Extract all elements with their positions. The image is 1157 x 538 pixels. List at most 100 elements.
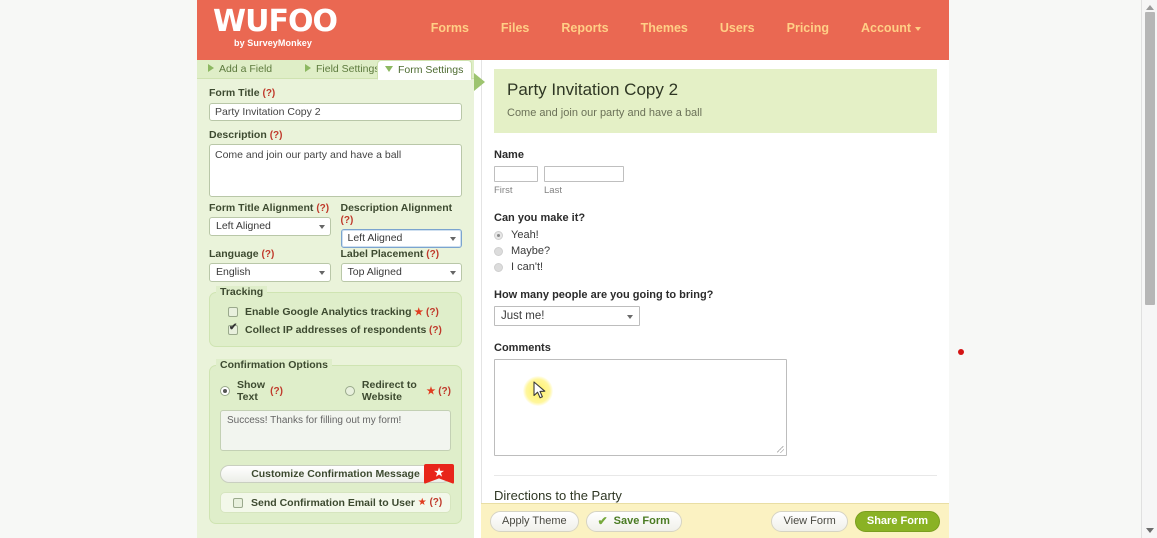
name-last-sublabel: Last: [544, 185, 562, 196]
label-placement-value: Top Aligned: [347, 266, 402, 278]
description-textarea[interactable]: [209, 144, 462, 197]
language-select[interactable]: English: [209, 263, 331, 282]
attendance-label-yeah: Yeah!: [511, 229, 539, 241]
form-header-block: Party Invitation Copy 2 Come and join ou…: [494, 69, 937, 133]
guests-select[interactable]: Just me!: [494, 306, 640, 326]
google-analytics-checkbox[interactable]: [228, 307, 238, 317]
nav-item-users[interactable]: Users: [704, 21, 771, 35]
help-icon[interactable]: (?): [267, 386, 283, 397]
attendance-option-yeah[interactable]: Yeah!: [494, 229, 937, 241]
share-form-button[interactable]: Share Form: [854, 510, 940, 532]
nav-item-files[interactable]: Files: [485, 21, 546, 35]
help-icon[interactable]: (?): [262, 88, 275, 99]
label-placement-select[interactable]: Top Aligned: [340, 263, 462, 282]
scrollbar-thumb[interactable]: [1145, 12, 1155, 305]
comments-textarea[interactable]: [494, 359, 787, 456]
redirect-radio[interactable]: [344, 386, 355, 396]
directions-section-title: Directions to the Party: [494, 488, 622, 503]
name-first-input[interactable]: [494, 166, 538, 182]
premium-star-flag-icon: ★: [424, 464, 454, 484]
send-confirmation-email-label: Send Confirmation Email to User: [251, 496, 415, 509]
help-icon[interactable]: (?): [262, 249, 275, 260]
attendance-radio-maybe[interactable]: [494, 246, 503, 256]
form-preview-inner: Party Invitation Copy 2 Come and join ou…: [482, 60, 949, 520]
google-analytics-label: Enable Google Analytics tracking: [245, 306, 412, 318]
show-text-radio-row[interactable]: Show Text (?): [220, 379, 283, 403]
tracking-group: Tracking Enable Google Analytics trackin…: [209, 286, 462, 347]
field-guests: How many people are you going to bring? …: [494, 289, 937, 326]
scroll-down-arrow-icon[interactable]: [1146, 528, 1154, 533]
help-icon[interactable]: (?): [435, 386, 451, 397]
field-name: Name First Last: [494, 149, 937, 196]
field-guests-label: How many people are you going to bring?: [494, 289, 714, 301]
nav-item-forms[interactable]: Forms: [415, 21, 485, 35]
show-text-radio[interactable]: [220, 386, 230, 396]
collect-ip-checkbox[interactable]: [228, 323, 238, 335]
scroll-up-arrow-icon[interactable]: [1146, 5, 1154, 10]
attendance-option-maybe[interactable]: Maybe?: [494, 245, 937, 257]
nav-item-themes[interactable]: Themes: [625, 21, 704, 35]
google-analytics-row[interactable]: Enable Google Analytics tracking ★ (?): [228, 306, 451, 318]
panel-tabbar: Add a Field Field Settings Form Settings: [197, 60, 474, 80]
language-row: Language (?) English Label Placement (?): [209, 248, 462, 282]
wufoo-logo[interactable]: WUFOO by SurveyMonkey: [213, 7, 338, 53]
annotation-marker-dot: [958, 349, 964, 355]
form-title-input[interactable]: [209, 103, 462, 121]
field-name-label: Name: [494, 149, 524, 161]
tab-form-settings[interactable]: Form Settings: [377, 60, 473, 80]
tab-field-settings[interactable]: Field Settings: [298, 60, 388, 79]
help-icon[interactable]: (?): [426, 325, 442, 336]
save-form-button[interactable]: ✔ Save Form: [585, 510, 682, 532]
send-confirmation-email-checkbox[interactable]: [233, 497, 243, 508]
page-scrollbar[interactable]: [1141, 0, 1157, 538]
save-form-label: Save Form: [613, 515, 670, 527]
help-icon[interactable]: (?): [316, 203, 329, 214]
form-title-alignment-label: Form Title Alignment (?): [209, 202, 331, 214]
resize-grip-icon[interactable]: [777, 446, 784, 453]
check-icon: ✔: [597, 514, 608, 528]
description-alignment-value: Left Aligned: [347, 232, 403, 244]
confirmation-message-textarea[interactable]: [220, 410, 451, 451]
redirect-radio-row[interactable]: Redirect to Website ★ (?): [344, 379, 451, 403]
form-title-label-text: Form Title: [209, 87, 260, 99]
help-icon[interactable]: (?): [270, 130, 283, 141]
help-icon[interactable]: (?): [423, 307, 439, 318]
chevron-down-icon: [318, 225, 325, 229]
attendance-radio-yeah[interactable]: [494, 230, 503, 240]
screenshot-root: WUFOO by SurveyMonkey Forms Files Report…: [0, 0, 1157, 538]
tracking-group-title: Tracking: [216, 286, 268, 298]
logo-subtitle: by SurveyMonkey: [233, 38, 313, 48]
form-title-label: Form Title (?): [209, 87, 462, 99]
tab-add-a-field[interactable]: Add a Field: [201, 60, 280, 79]
attendance-option-cant[interactable]: I can't!: [494, 261, 937, 273]
apply-theme-button[interactable]: Apply Theme: [490, 510, 579, 532]
tracking-group-body: Enable Google Analytics tracking ★ (?) C…: [220, 306, 451, 336]
chevron-down-icon: [627, 315, 633, 319]
field-comments-label: Comments: [494, 342, 551, 354]
attendance-radio-cant[interactable]: [494, 262, 503, 272]
help-icon[interactable]: (?): [341, 215, 354, 226]
view-form-button[interactable]: View Form: [771, 510, 848, 532]
app-header: WUFOO by SurveyMonkey Forms Files Report…: [197, 0, 949, 60]
field-comments: Comments: [494, 342, 937, 456]
tab-form-settings-label: Form Settings: [398, 64, 464, 76]
name-last-input[interactable]: [544, 166, 624, 182]
send-confirmation-email-row[interactable]: Send Confirmation Email to User ★ (?): [220, 492, 451, 513]
nav-item-pricing[interactable]: Pricing: [771, 21, 845, 35]
description-alignment-select[interactable]: Left Aligned: [340, 229, 462, 248]
form-action-bar: Apply Theme ✔ Save Form View Form Share …: [481, 503, 949, 538]
attendance-label-cant: I can't!: [511, 261, 544, 273]
nav-item-reports[interactable]: Reports: [545, 21, 624, 35]
redirect-label: Redirect to Website: [361, 379, 417, 403]
confirmation-options-title: Confirmation Options: [216, 359, 332, 371]
form-title-alignment-select[interactable]: Left Aligned: [209, 217, 331, 236]
required-star-icon: ★: [423, 385, 436, 397]
description-alignment-label-text: Description Alignment: [340, 202, 453, 214]
chevron-down-icon: [318, 271, 325, 275]
customize-confirmation-message-label: Customize Confirmation Message: [251, 468, 420, 480]
collect-ip-row[interactable]: Collect IP addresses of respondents (?): [228, 323, 451, 336]
help-icon[interactable]: (?): [426, 249, 439, 260]
help-icon[interactable]: (?): [427, 497, 442, 508]
nav-item-account[interactable]: Account: [845, 21, 931, 35]
customize-confirmation-message-button[interactable]: Customize Confirmation Message ★: [220, 464, 454, 484]
